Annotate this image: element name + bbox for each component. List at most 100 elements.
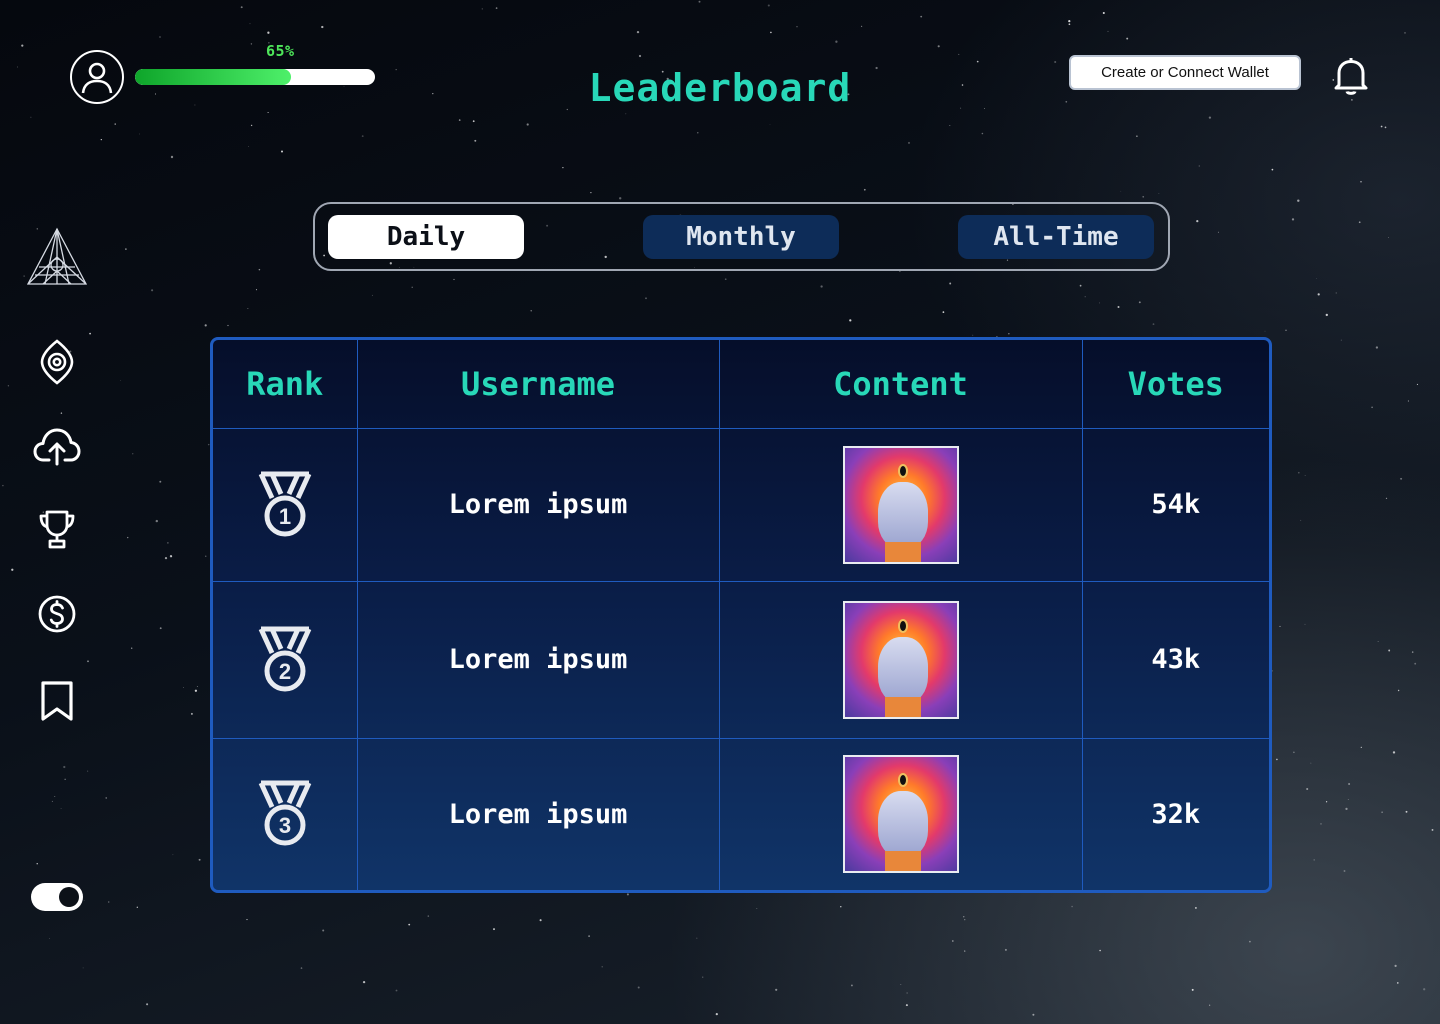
table-row[interactable]: 3 Lorem ipsum 32k (213, 737, 1269, 890)
star (21, 44, 24, 47)
tab-daily[interactable]: Daily (328, 215, 524, 259)
header-rank: Rank (213, 340, 358, 429)
star (1136, 135, 1138, 138)
star (756, 908, 758, 909)
star (1276, 758, 1278, 761)
star (1084, 296, 1086, 298)
theme-toggle[interactable] (31, 883, 83, 911)
star (1351, 99, 1353, 101)
star (453, 278, 455, 281)
username-cell: Lorem ipsum (356, 427, 720, 582)
star (1068, 20, 1071, 23)
star (1348, 783, 1351, 785)
star (1249, 940, 1251, 943)
star (493, 928, 495, 931)
star (1316, 278, 1317, 279)
star (1358, 221, 1361, 224)
star (796, 26, 798, 28)
star (961, 84, 964, 86)
cloud-upload-icon[interactable] (33, 422, 81, 470)
star (1217, 231, 1219, 233)
star (1071, 905, 1073, 908)
star (590, 191, 592, 194)
star (588, 935, 590, 937)
star (769, 124, 771, 125)
connect-wallet-button[interactable]: Create or Connect Wallet (1069, 55, 1301, 90)
bell-icon[interactable] (1331, 54, 1371, 96)
star (1360, 181, 1362, 183)
star (172, 854, 174, 856)
medal-icon: 1 (258, 471, 312, 536)
star (860, 25, 863, 28)
tab-all-time[interactable]: All-Time (958, 215, 1154, 259)
table-row[interactable]: 2 Lorem ipsum 43k (213, 580, 1269, 739)
star (1208, 116, 1212, 119)
rank-cell: 3 (213, 737, 358, 890)
medal-number: 1 (279, 504, 291, 529)
star (1191, 988, 1194, 991)
star (132, 453, 134, 455)
star (395, 69, 397, 71)
star (1320, 823, 1322, 825)
star (36, 863, 38, 865)
rank-cell: 2 (213, 580, 358, 739)
thumbnail-third-eye (897, 618, 908, 633)
star (1194, 906, 1197, 909)
star (1297, 199, 1300, 202)
rank-cell: 1 (213, 427, 358, 582)
star (1325, 313, 1328, 317)
star (960, 107, 962, 109)
content-cell[interactable] (718, 737, 1083, 890)
star (114, 123, 116, 125)
star (702, 976, 704, 978)
table-row[interactable]: 1 Lorem ipsum 54k (213, 427, 1269, 582)
user-avatar-button[interactable] (70, 50, 124, 104)
star (770, 31, 772, 34)
star (539, 919, 542, 922)
star (60, 412, 63, 414)
medal-number: 2 (279, 659, 291, 684)
star (1271, 168, 1274, 171)
star (835, 40, 838, 43)
content-thumbnail[interactable] (842, 445, 959, 564)
logo-pyramid-icon[interactable] (24, 226, 90, 288)
content-thumbnail[interactable] (842, 755, 959, 874)
table-header-row: Rank Username Content Votes (213, 340, 1269, 429)
thumbnail-face (877, 636, 928, 703)
star (638, 54, 642, 58)
star (1392, 751, 1396, 754)
eye-icon[interactable] (33, 338, 81, 386)
star (964, 950, 966, 952)
star (1347, 799, 1349, 800)
star (267, 111, 269, 114)
tab-monthly[interactable]: Monthly (643, 215, 839, 259)
star (321, 25, 324, 29)
star (949, 282, 952, 285)
star (1293, 751, 1295, 754)
star (1414, 662, 1417, 665)
star (1310, 762, 1312, 764)
star (1107, 30, 1109, 32)
star (300, 967, 303, 969)
star (138, 133, 140, 135)
star (715, 1012, 718, 1016)
star (900, 984, 902, 985)
star (1285, 329, 1287, 332)
star (972, 334, 974, 336)
star (1209, 1004, 1211, 1006)
star (89, 332, 91, 335)
content-cell[interactable] (718, 580, 1083, 739)
progress-bar-fill (135, 69, 291, 85)
dollar-icon[interactable] (33, 590, 81, 638)
content-thumbnail[interactable] (842, 600, 959, 719)
bookmark-icon[interactable] (33, 677, 81, 725)
trophy-icon[interactable] (33, 506, 81, 554)
star (159, 36, 161, 38)
thumbnail-neck (884, 696, 921, 717)
content-cell[interactable] (718, 427, 1083, 582)
star (1099, 302, 1101, 304)
star (645, 297, 647, 300)
star (159, 627, 162, 630)
star (958, 53, 960, 55)
star (196, 686, 198, 687)
